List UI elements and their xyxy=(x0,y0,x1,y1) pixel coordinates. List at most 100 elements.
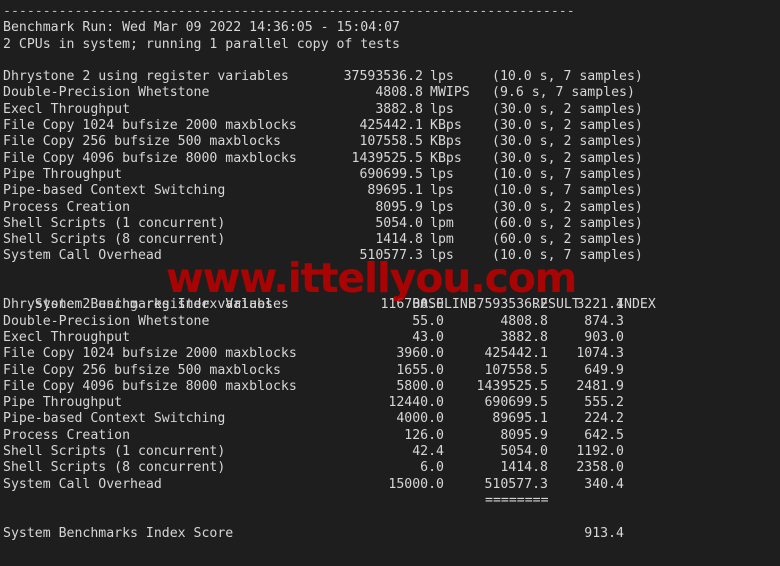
index-index: 649.9 xyxy=(584,362,624,378)
index-baseline: 1655.0 xyxy=(396,362,444,378)
index-result: 3882.8 xyxy=(500,329,548,345)
benchmark-unit: lps xyxy=(430,166,454,182)
index-result: 4808.8 xyxy=(500,313,548,329)
index-index: 2481.9 xyxy=(576,378,624,394)
benchmark-value: 425442.1 xyxy=(359,118,423,134)
benchmark-detail: (30.0 s, 2 samples) xyxy=(492,118,643,134)
benchmark-unit: KBps xyxy=(430,134,462,150)
index-result: 37593536.2 xyxy=(468,297,548,313)
benchmark-value: 5054.0 xyxy=(375,215,423,231)
index-index: 874.3 xyxy=(584,313,624,329)
index-value-row: Shell Scripts (8 concurrent) 6.0 1414.8 235… xyxy=(3,460,780,476)
index-value-row: Pipe-based Context Switching 4000.0 89695.… xyxy=(3,411,780,427)
benchmark-value: 1414.8 xyxy=(375,232,423,248)
benchmark-value: 510577.3 xyxy=(359,248,423,264)
benchmark-unit: lps xyxy=(430,248,454,264)
benchmark-detail: (30.0 s, 2 samples) xyxy=(492,199,643,215)
benchmark-result-row: Dhrystone 2 using register variables 3759… xyxy=(3,69,780,85)
benchmark-result-row: Shell Scripts (8 concurrent) 1414.8 lpm (60… xyxy=(3,232,780,248)
score-separator: ======== xyxy=(485,492,549,508)
benchmark-name: Dhrystone 2 using register variables xyxy=(3,69,289,85)
score-separator-row: ======== xyxy=(3,493,780,509)
index-values-block: Dhrystone 2 using register variables 1167… xyxy=(3,297,780,493)
index-baseline: 6.0 xyxy=(420,460,444,476)
index-result: 510577.3 xyxy=(484,476,548,492)
benchmark-unit: MWIPS xyxy=(430,85,470,101)
benchmark-run-line: Benchmark Run: Wed Mar 09 2022 14:36:05 … xyxy=(3,20,400,36)
index-baseline: 116700.0 xyxy=(380,297,444,313)
index-result: 690699.5 xyxy=(484,395,548,411)
benchmark-name: Shell Scripts (1 concurrent) xyxy=(3,215,226,231)
index-baseline: 3960.0 xyxy=(396,346,444,362)
index-score-label: System Benchmarks Index Score xyxy=(3,525,234,541)
benchmark-detail: (10.0 s, 7 samples) xyxy=(492,248,643,264)
benchmark-result-row: File Copy 1024 bufsize 2000 maxblocks 425… xyxy=(3,118,780,134)
index-index: 340.4 xyxy=(584,476,624,492)
benchmark-unit: lpm xyxy=(430,215,454,231)
index-baseline: 5800.0 xyxy=(396,378,444,394)
index-table-header: System Benchmarks Index Values BASELINE RE… xyxy=(3,281,780,312)
index-result: 1414.8 xyxy=(500,460,548,476)
index-value-row: Execl Throughput 43.0 3882.8 903.0 xyxy=(3,330,780,346)
index-name: Execl Throughput xyxy=(3,329,131,345)
cpu-info-line: 2 CPUs in system; running 1 parallel cop… xyxy=(3,36,400,52)
index-name: File Copy 1024 bufsize 2000 maxblocks xyxy=(3,346,297,362)
index-name: Dhrystone 2 using register variables xyxy=(3,297,289,313)
benchmark-name: System Call Overhead xyxy=(3,248,162,264)
index-result: 89695.1 xyxy=(492,411,548,427)
benchmark-name: File Copy 4096 bufsize 8000 maxblocks xyxy=(3,150,297,166)
index-baseline: 4000.0 xyxy=(396,411,444,427)
index-name: Double-Precision Whetstone xyxy=(3,313,210,329)
benchmark-result-row: Shell Scripts (1 concurrent) 5054.0 lpm (60… xyxy=(3,216,780,232)
benchmark-detail: (30.0 s, 2 samples) xyxy=(492,150,643,166)
benchmark-name: Execl Throughput xyxy=(3,101,131,117)
benchmark-result-row: Process Creation 8095.9 lps (30.0 s, 2 samp… xyxy=(3,200,780,216)
index-baseline: 43.0 xyxy=(412,329,444,345)
index-name: Process Creation xyxy=(3,427,131,443)
index-index: 224.2 xyxy=(584,411,624,427)
benchmark-value: 37593536.2 xyxy=(343,69,423,85)
benchmark-name: Pipe-based Context Switching xyxy=(3,183,226,199)
benchmark-value: 690699.5 xyxy=(359,166,423,182)
index-value-row: File Copy 1024 bufsize 2000 maxblocks 396… xyxy=(3,346,780,362)
index-index: 555.2 xyxy=(584,395,624,411)
index-result: 1439525.5 xyxy=(476,378,548,394)
benchmark-unit: lps xyxy=(430,199,454,215)
benchmark-detail: (10.0 s, 7 samples) xyxy=(492,69,643,85)
benchmark-value: 3882.8 xyxy=(375,101,423,117)
index-result: 8095.9 xyxy=(500,427,548,443)
benchmark-result-row: File Copy 256 bufsize 500 maxblocks 10755… xyxy=(3,134,780,150)
index-value-row: File Copy 4096 bufsize 8000 maxblocks 580… xyxy=(3,379,780,395)
benchmark-detail: (9.6 s, 7 samples) xyxy=(492,85,635,101)
index-name: Pipe Throughput xyxy=(3,395,123,411)
benchmark-name: File Copy 256 bufsize 500 maxblocks xyxy=(3,134,281,150)
index-value-row: Pipe Throughput 12440.0 690699.5 555.2 xyxy=(3,395,780,411)
index-baseline: 42.4 xyxy=(412,444,444,460)
index-value-row: System Call Overhead 15000.0 510577.3 340.4 xyxy=(3,477,780,493)
benchmark-value: 4808.8 xyxy=(375,85,423,101)
index-index: 2358.0 xyxy=(576,460,624,476)
benchmark-result-row: File Copy 4096 bufsize 8000 maxblocks 143… xyxy=(3,151,780,167)
index-baseline: 126.0 xyxy=(404,427,444,443)
benchmark-name: Double-Precision Whetstone xyxy=(3,85,210,101)
benchmark-value: 107558.5 xyxy=(359,134,423,150)
index-index: 642.5 xyxy=(584,427,624,443)
benchmark-name: Shell Scripts (8 concurrent) xyxy=(3,232,226,248)
top-rule: ----------------------------------------… xyxy=(3,4,575,19)
benchmark-detail: (30.0 s, 2 samples) xyxy=(492,101,643,117)
index-baseline: 55.0 xyxy=(412,313,444,329)
benchmark-result-row: Pipe-based Context Switching 89695.1 lps (1… xyxy=(3,183,780,199)
benchmark-result-row: Execl Throughput 3882.8 lps (30.0 s, 2 samp… xyxy=(3,102,780,118)
benchmark-detail: (60.0 s, 2 samples) xyxy=(492,232,643,248)
benchmark-result-row: Pipe Throughput 690699.5 lps (10.0 s, 7 sam… xyxy=(3,167,780,183)
index-value-row: Process Creation 126.0 8095.9 642.5 xyxy=(3,428,780,444)
benchmark-results-block: Dhrystone 2 using register variables 3759… xyxy=(3,69,780,265)
index-name: File Copy 4096 bufsize 8000 maxblocks xyxy=(3,378,297,394)
benchmark-name: File Copy 1024 bufsize 2000 maxblocks xyxy=(3,118,297,134)
benchmark-result-row: System Call Overhead 510577.3 lps (10.0 s, … xyxy=(3,248,780,264)
benchmark-unit: lps xyxy=(430,101,454,117)
benchmark-detail: (30.0 s, 2 samples) xyxy=(492,134,643,150)
index-result: 107558.5 xyxy=(484,362,548,378)
